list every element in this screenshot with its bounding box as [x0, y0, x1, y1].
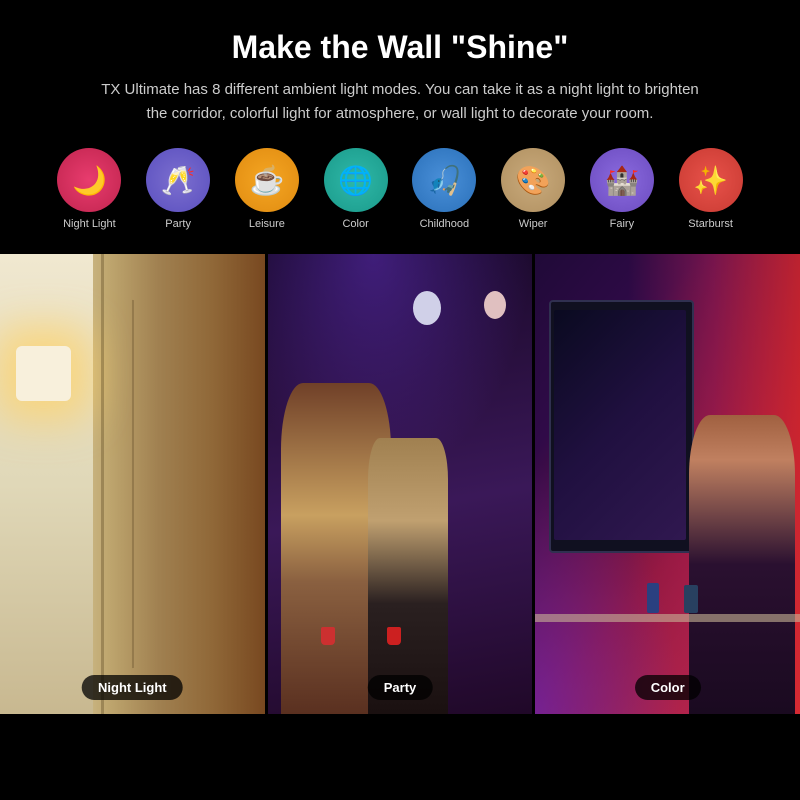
mode-label-childhood: Childhood — [420, 218, 470, 230]
panel-color: Color — [535, 254, 800, 714]
panel-night-label: Night Light — [82, 675, 183, 700]
mode-label-starburst: Starburst — [688, 218, 733, 230]
panel-party-label: Party — [368, 675, 433, 700]
party-photo — [268, 254, 533, 714]
mode-item-color[interactable]: 🌐 Color — [316, 148, 395, 230]
panel-color-label: Color — [635, 675, 701, 700]
panel-night-light: Night Light — [0, 254, 265, 714]
mode-icon-leisure: ☕ — [235, 148, 299, 212]
images-section: Night Light Party — [0, 254, 800, 714]
mode-icon-color: 🌐 — [324, 148, 388, 212]
mode-icon-night-light: 🌙 — [57, 148, 121, 212]
mode-label-wiper: Wiper — [519, 218, 548, 230]
mode-icon-party: 🥂 — [146, 148, 210, 212]
mode-item-starburst[interactable]: ✨ Starburst — [671, 148, 750, 230]
mode-label-party: Party — [165, 218, 191, 230]
night-light-photo — [0, 254, 265, 714]
page-title: Make the Wall "Shine" — [40, 28, 760, 66]
mode-icon-starburst: ✨ — [679, 148, 743, 212]
mode-label-color: Color — [342, 218, 368, 230]
mode-label-night-light: Night Light — [63, 218, 116, 230]
color-photo — [535, 254, 800, 714]
mode-item-fairy[interactable]: 🏰 Fairy — [583, 148, 662, 230]
modes-row: 🌙 Night Light 🥂 Party ☕ Leisure 🌐 Color 🎣 Childho… — [40, 148, 760, 230]
top-section: Make the Wall "Shine" TX Ultimate has 8 … — [0, 0, 800, 254]
mode-label-leisure: Leisure — [249, 218, 285, 230]
mode-item-childhood[interactable]: 🎣 Childhood — [405, 148, 484, 230]
mode-item-wiper[interactable]: 🎨 Wiper — [494, 148, 573, 230]
panel-party: Party — [268, 254, 533, 714]
mode-icon-fairy: 🏰 — [590, 148, 654, 212]
mode-icon-childhood: 🎣 — [412, 148, 476, 212]
mode-item-leisure[interactable]: ☕ Leisure — [228, 148, 307, 230]
page-subtitle: TX Ultimate has 8 different ambient ligh… — [90, 78, 710, 126]
mode-item-night-light[interactable]: 🌙 Night Light — [50, 148, 129, 230]
mode-item-party[interactable]: 🥂 Party — [139, 148, 218, 230]
mode-label-fairy: Fairy — [610, 218, 634, 230]
mode-icon-wiper: 🎨 — [501, 148, 565, 212]
